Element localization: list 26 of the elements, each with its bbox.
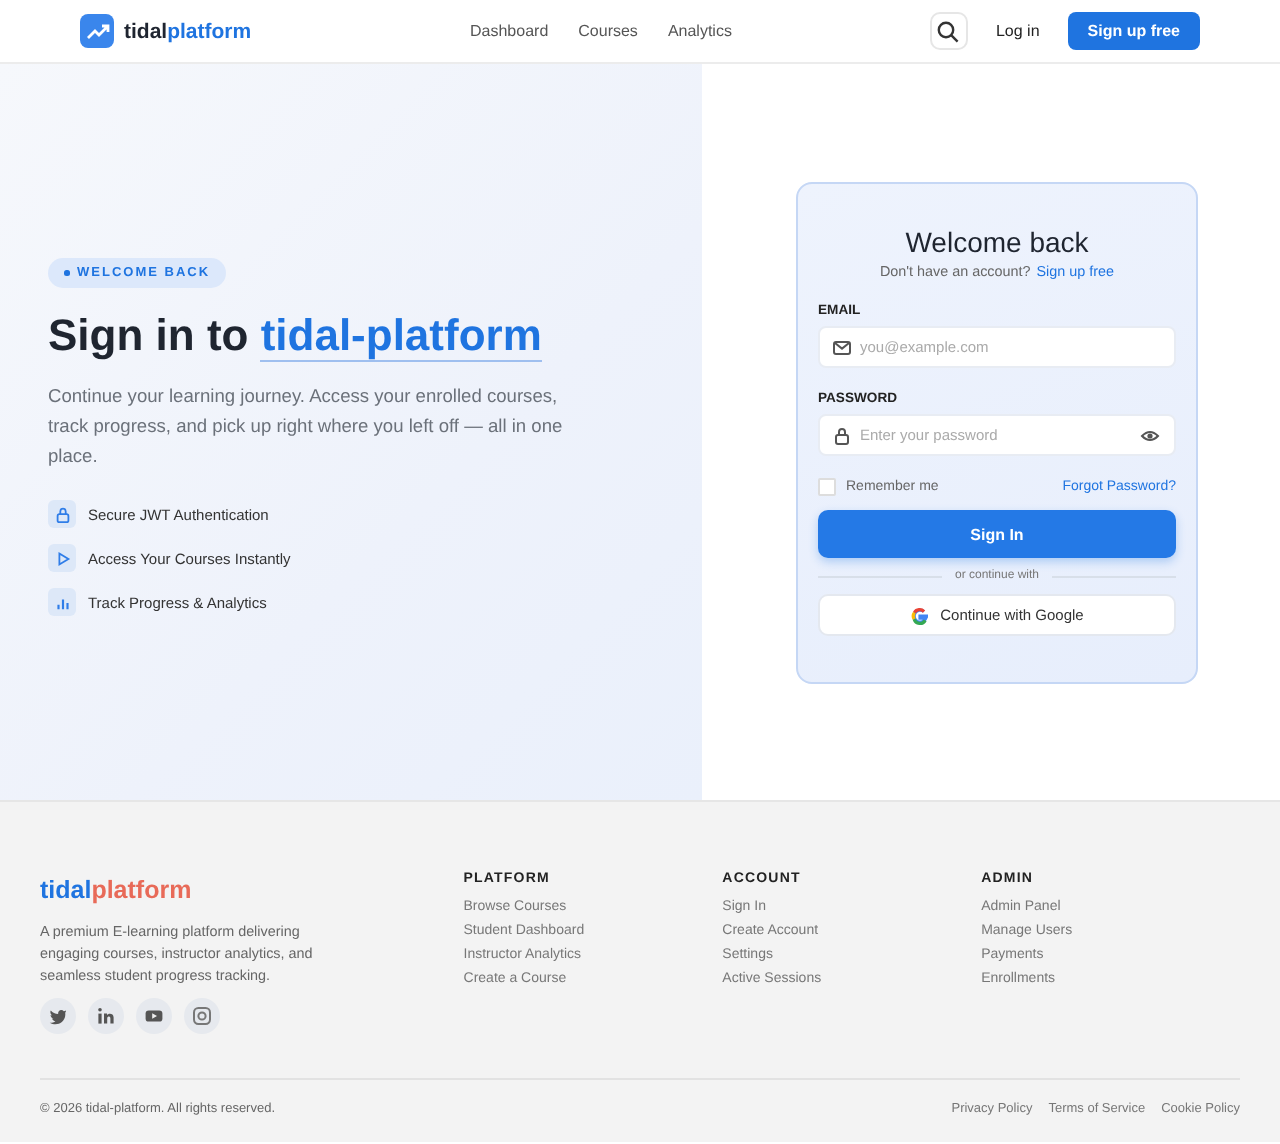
hero-intro: Continue your learning journey. Access your enrolled courses, track progress, and pick up right where you left off — all in one place.: [48, 384, 565, 470]
camera-icon[interactable]: [184, 998, 220, 1034]
nav-link[interactable]: Analytics: [667, 22, 732, 40]
search-icon: [936, 19, 961, 43]
footer-brand: tidalplatform: [40, 876, 192, 904]
search-button[interactable]: [929, 12, 968, 50]
login-link[interactable]: Log in: [995, 22, 1040, 40]
signin-button[interactable]: Sign In: [818, 510, 1176, 558]
nav-link[interactable]: Dashboard: [470, 22, 549, 40]
bar-chart-icon: [48, 588, 76, 616]
lock-icon: [48, 500, 76, 528]
video-play-icon[interactable]: [136, 998, 172, 1034]
eye-icon[interactable]: [1140, 425, 1160, 445]
trend-logo-icon: [80, 14, 114, 48]
signup-button[interactable]: Sign up free: [1067, 12, 1200, 50]
mail-icon: [832, 337, 852, 357]
play-icon: [48, 544, 76, 572]
bird-icon[interactable]: [40, 998, 76, 1034]
remember-checkbox[interactable]: [818, 478, 836, 496]
lock-icon: [832, 425, 852, 445]
card-title: Welcome back: [903, 226, 1091, 258]
brand-name[interactable]: tidalplatform: [124, 19, 252, 43]
google-icon: [910, 605, 931, 625]
hero-heading: Sign in to tidal-platform: [48, 310, 544, 362]
nav-link[interactable]: Courses: [578, 22, 638, 40]
linkedin-icon[interactable]: [88, 998, 124, 1034]
